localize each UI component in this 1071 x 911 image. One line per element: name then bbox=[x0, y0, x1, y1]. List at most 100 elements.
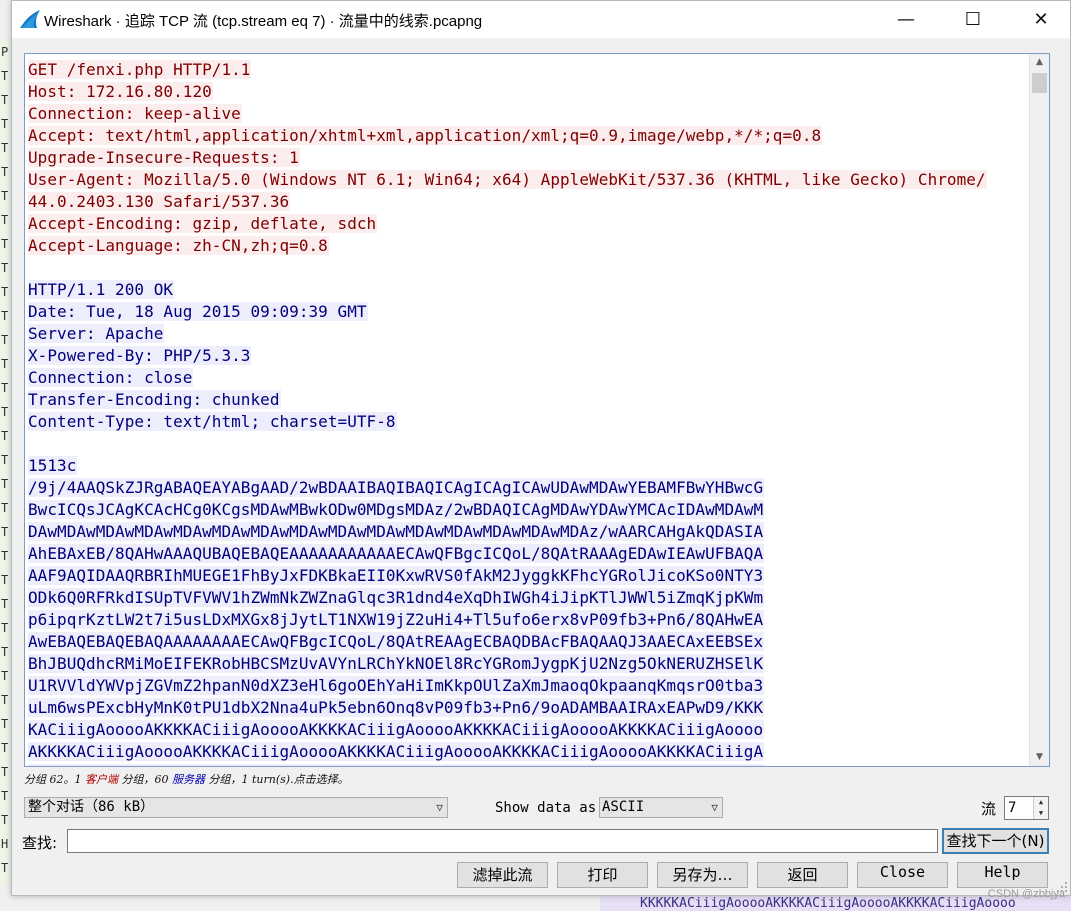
stream-line-text: Content-Type: text/html; charset=UTF-8 bbox=[28, 412, 397, 431]
print-button[interactable]: 打印 bbox=[557, 862, 648, 888]
background-row-letter: T bbox=[1, 189, 9, 203]
background-row-letter: T bbox=[1, 381, 9, 395]
stream-line-text: GET /fenxi.php HTTP/1.1 bbox=[28, 60, 252, 79]
stream-line-text: Host: 172.16.80.120 bbox=[28, 82, 213, 101]
background-row-letter: T bbox=[1, 93, 9, 107]
conversation-value: 整个对话（86 kB） bbox=[28, 799, 155, 815]
stream-line-text: Transfer-Encoding: chunked bbox=[28, 390, 281, 409]
stream-line-text: Connection: keep-alive bbox=[28, 104, 242, 123]
stream-blank-line bbox=[28, 433, 1028, 455]
vertical-scrollbar[interactable]: ▲ ▼ bbox=[1029, 54, 1049, 766]
stream-number-spinbox[interactable]: 7 ▲ ▼ bbox=[1004, 796, 1049, 820]
stream-line: AwEBAQEBAQEBAQAAAAAAAAECAwQFBgcICQoL/8QA… bbox=[28, 631, 1028, 653]
stream-line: Accept-Encoding: gzip, deflate, sdch bbox=[28, 213, 1028, 235]
stream-line: BwcICQsJCAgKCAcHCg0KCgsMDAwMBwkODw0MDgsM… bbox=[28, 499, 1028, 521]
filter-out-stream-button[interactable]: 滤掉此流 bbox=[457, 862, 548, 888]
stream-line-text: AwEBAQEBAQEBAQAAAAAAAAECAwQFBgcICQoL/8QA… bbox=[28, 632, 765, 651]
scroll-up-arrow-icon[interactable]: ▲ bbox=[1030, 54, 1049, 71]
wireshark-fin-icon bbox=[20, 10, 40, 28]
conversation-select[interactable]: 整个对话（86 kB） ▽ bbox=[24, 797, 448, 818]
background-row-letter: T bbox=[1, 813, 9, 827]
stream-line: Content-Type: text/html; charset=UTF-8 bbox=[28, 411, 1028, 433]
stream-line: AAF9AQIDAAQRBRIhMUEGE1FhByJxFDKBkaEII0Kx… bbox=[28, 565, 1028, 587]
background-row-letter: T bbox=[1, 597, 9, 611]
background-row-letter: T bbox=[1, 693, 9, 707]
background-row-letter: T bbox=[1, 213, 9, 227]
stream-line-text: uLm6wsPExcbHyMnK0tPU1dbX2Nna4uPk5ebn6Onq… bbox=[28, 698, 765, 717]
stream-number-value: 7 bbox=[1008, 800, 1017, 816]
stream-line-text: 44.0.2403.130 Safari/537.36 bbox=[28, 192, 291, 211]
stream-line-text: Accept-Language: zh-CN,zh;q=0.8 bbox=[28, 236, 329, 255]
stream-line-text: U1RVVldYWVpjZGVmZ2hpanN0dXZ3eHl6goOEhYaH… bbox=[28, 676, 765, 695]
stream-line-text: ooooAKKKKACiiigAooooAKKKKACiiigAooooAKKK… bbox=[28, 764, 765, 766]
maximize-button[interactable]: ☐ bbox=[950, 1, 996, 38]
minimize-button[interactable]: — bbox=[883, 1, 929, 38]
stream-blank-line bbox=[28, 257, 1028, 279]
background-row-letter: T bbox=[1, 477, 9, 491]
stream-line: AKKKKACiiigAooooAKKKKACiiigAooooAKKKKACi… bbox=[28, 741, 1028, 763]
follow-tcp-stream-dialog: Wireshark · 追踪 TCP 流 (tcp.stream eq 7) ·… bbox=[11, 0, 1071, 896]
background-row-letter: T bbox=[1, 549, 9, 563]
stream-line: AhEBAxEB/8QAHwAAAQUBAQEBAQEAAAAAAAAAAAEC… bbox=[28, 543, 1028, 565]
close-button[interactable]: Close bbox=[857, 862, 948, 888]
find-input[interactable] bbox=[67, 829, 938, 853]
background-row-letter: T bbox=[1, 741, 9, 755]
stream-line: Connection: keep-alive bbox=[28, 103, 1028, 125]
background-row-letter: T bbox=[1, 429, 9, 443]
background-row-letter: T bbox=[1, 861, 9, 875]
status-middle: 分组，60 bbox=[118, 773, 172, 786]
background-row-letter: T bbox=[1, 645, 9, 659]
stream-line-text: Date: Tue, 18 Aug 2015 09:09:39 GMT bbox=[28, 302, 368, 321]
chevron-down-icon: ▽ bbox=[711, 801, 718, 814]
stream-line-text: HTTP/1.1 200 OK bbox=[28, 280, 175, 299]
stream-line-text: BhJBUQdhcRMiMoEIFEKRobHBCSMzUvAVYnLRChYk… bbox=[28, 654, 765, 673]
background-row-letter: T bbox=[1, 525, 9, 539]
find-next-button[interactable]: 查找下一个(N) bbox=[942, 828, 1049, 854]
background-row-letter: T bbox=[1, 261, 9, 275]
background-row-letter: T bbox=[1, 405, 9, 419]
title-bar[interactable]: Wireshark · 追踪 TCP 流 (tcp.stream eq 7) ·… bbox=[12, 1, 1070, 38]
stream-content-view[interactable]: GET /fenxi.php HTTP/1.1 Host: 172.16.80.1… bbox=[24, 53, 1050, 767]
background-row-letter: T bbox=[1, 285, 9, 299]
spin-down-icon[interactable]: ▼ bbox=[1034, 808, 1048, 819]
stream-line: Server: Apache bbox=[28, 323, 1028, 345]
stream-line: KACiiigAooooAKKKKACiiigAooooAKKKKACiiigA… bbox=[28, 719, 1028, 741]
background-row-letter: T bbox=[1, 309, 9, 323]
data-format-value: ASCII bbox=[602, 799, 645, 815]
stream-line-text: X-Powered-By: PHP/5.3.3 bbox=[28, 346, 252, 365]
background-row-letter: T bbox=[1, 69, 9, 83]
stream-line-text: DAwMDAwMDAwMDAwMDAwMDAwMDAwMDAwMDAwMDAwM… bbox=[28, 522, 765, 541]
stream-text: GET /fenxi.php HTTP/1.1 Host: 172.16.80.1… bbox=[28, 59, 1028, 766]
background-row-letter: T bbox=[1, 789, 9, 803]
background-row-letter: P bbox=[1, 45, 9, 59]
stream-line: Host: 172.16.80.120 bbox=[28, 81, 1028, 103]
stream-line-text: Connection: close bbox=[28, 368, 194, 387]
scroll-down-arrow-icon[interactable]: ▼ bbox=[1030, 749, 1049, 766]
back-button[interactable]: 返回 bbox=[757, 862, 848, 888]
stream-line-text: 1513c bbox=[28, 456, 78, 475]
help-button[interactable]: Help bbox=[957, 862, 1048, 888]
background-row-letter: T bbox=[1, 357, 9, 371]
stream-line-text: User-Agent: Mozilla/5.0 (Windows NT 6.1;… bbox=[28, 170, 987, 189]
spin-buttons[interactable]: ▲ ▼ bbox=[1033, 797, 1048, 819]
stream-line-text: Accept-Encoding: gzip, deflate, sdch bbox=[28, 214, 378, 233]
save-as-button[interactable]: 另存为… bbox=[657, 862, 748, 888]
spin-up-icon[interactable]: ▲ bbox=[1034, 797, 1048, 808]
background-row-letter: T bbox=[1, 621, 9, 635]
scrollbar-thumb[interactable] bbox=[1032, 73, 1047, 93]
stream-line: Accept-Language: zh-CN,zh;q=0.8 bbox=[28, 235, 1028, 257]
stream-line-text: KACiiigAooooAKKKKACiiigAooooAKKKKACiiigA… bbox=[28, 720, 765, 739]
status-prefix: 分组 62。1 bbox=[24, 773, 85, 786]
background-row-letter: T bbox=[1, 501, 9, 515]
stream-line-text: ODk6Q0RFRkdISUpTVFVWV1hZWmNkZWZnaGlqc3R1… bbox=[28, 588, 765, 607]
stream-line: GET /fenxi.php HTTP/1.1 bbox=[28, 59, 1028, 81]
background-row-letter: T bbox=[1, 333, 9, 347]
stream-line: BhJBUQdhcRMiMoEIFEKRobHBCSMzUvAVYnLRChYk… bbox=[28, 653, 1028, 675]
background-row-letter: T bbox=[1, 717, 9, 731]
stream-line: Transfer-Encoding: chunked bbox=[28, 389, 1028, 411]
background-row-letter: H bbox=[1, 837, 9, 851]
data-format-select[interactable]: ASCII ▽ bbox=[599, 797, 723, 818]
close-window-button[interactable]: ✕ bbox=[1018, 1, 1064, 38]
background-row-letter: T bbox=[1, 165, 9, 179]
background-row-letter: T bbox=[1, 237, 9, 251]
